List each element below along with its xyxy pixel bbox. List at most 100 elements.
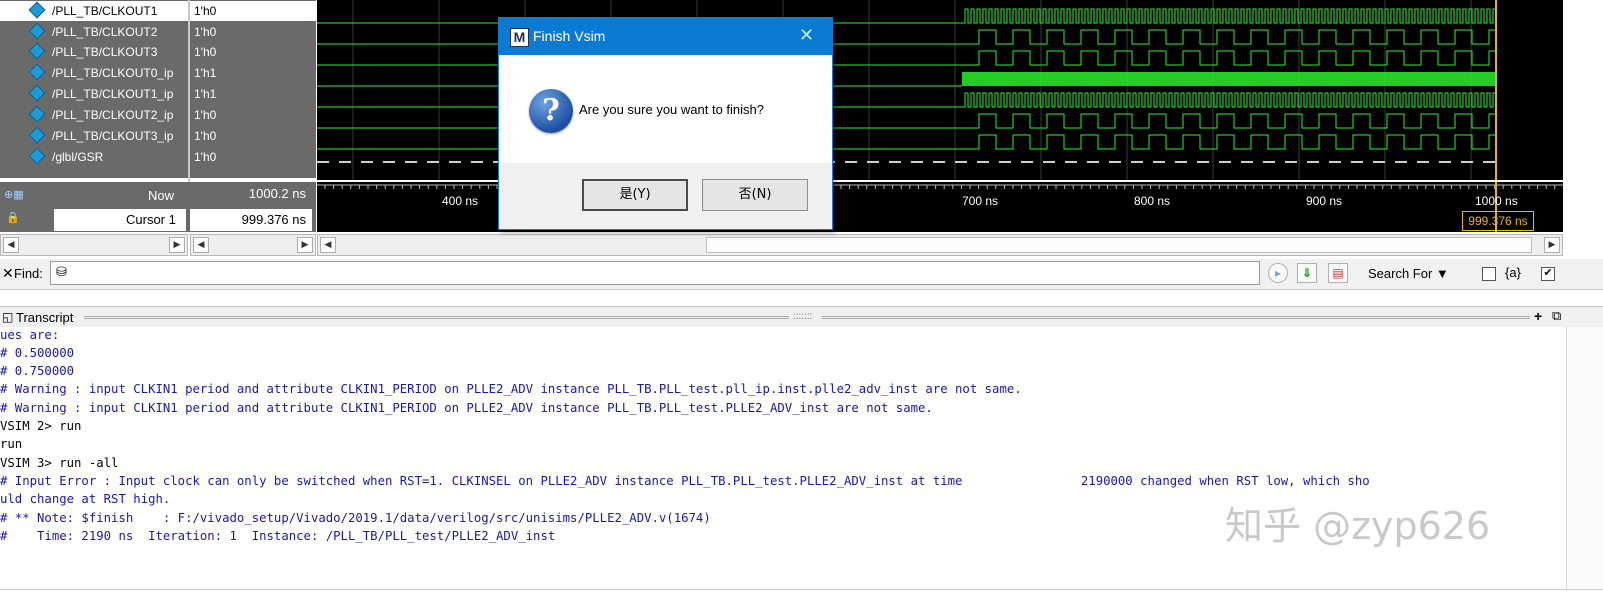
ruler-tick-label: 800 ns bbox=[1134, 194, 1171, 208]
find-next-icon[interactable]: ▸ bbox=[1268, 263, 1288, 283]
yes-button[interactable]: 是(Y) bbox=[582, 179, 688, 211]
transcript-line: # Time: 2190 ns Iteration: 1 Instance: /… bbox=[0, 529, 556, 543]
search-for-dropdown[interactable]: Search For ▼ bbox=[1368, 266, 1449, 281]
transcript-line: VSIM 2> run bbox=[0, 419, 82, 433]
ruler-tick-label: 700 ns bbox=[962, 194, 999, 208]
signal-diamond-icon bbox=[28, 63, 46, 81]
dialog-title: Finish Vsim bbox=[533, 28, 606, 44]
signal-row[interactable]: /PLL_TB/CLKOUT3 bbox=[0, 42, 188, 62]
scroll-left-icon[interactable]: ◀ bbox=[320, 237, 336, 253]
transcript-line: # 0.750000 bbox=[0, 364, 75, 378]
signal-row[interactable]: /PLL_TB/CLKOUT1 bbox=[0, 1, 188, 21]
transcript-title: Transcript bbox=[16, 310, 74, 325]
signal-value: 1'h0 bbox=[194, 45, 217, 59]
modelsim-logo-icon: M bbox=[510, 28, 529, 47]
scroll-right-icon[interactable]: ▶ bbox=[1544, 237, 1560, 253]
ruler-tick-label: 900 ns bbox=[1306, 194, 1343, 208]
signal-value: 1'h0 bbox=[194, 25, 217, 39]
signal-diamond-icon bbox=[28, 1, 46, 19]
signal-diamond-icon bbox=[28, 84, 46, 102]
watermark: 知乎 @zyp626 bbox=[1225, 504, 1491, 548]
grip-icon[interactable]: ::::::: bbox=[793, 311, 812, 322]
signal-value: 1'h1 bbox=[194, 87, 217, 101]
wave-scroll-thumb[interactable] bbox=[706, 237, 1532, 253]
scroll-left-icon[interactable]: ◀ bbox=[3, 237, 19, 253]
checked-checkbox[interactable]: ✔ bbox=[1541, 267, 1555, 281]
signal-row[interactable]: /PLL_TB/CLKOUT3_ip bbox=[0, 126, 188, 146]
signal-diamond-icon bbox=[28, 126, 46, 144]
names-scrollbar[interactable]: ◀ ▶ bbox=[0, 234, 188, 256]
close-find-icon[interactable]: ✕ bbox=[2, 265, 14, 282]
transcript-header: ◱ Transcript ::::::: + ⧉ bbox=[0, 306, 1603, 328]
scroll-right-icon[interactable]: ▶ bbox=[297, 237, 313, 253]
down-arrow-icon[interactable]: ⇓ bbox=[1297, 263, 1317, 283]
dialog-body: ? Are you sure you want to finish? bbox=[499, 55, 832, 163]
dialog-titlebar[interactable]: M Finish Vsim ✕ bbox=[499, 18, 832, 55]
signal-value-panel: 1'h0 1'h0 1'h0 1'h1 1'h1 1'h0 1'h0 1'h0 bbox=[190, 0, 320, 178]
drag-handle[interactable] bbox=[84, 316, 789, 319]
signal-row[interactable]: /PLL_TB/CLKOUT2 bbox=[0, 22, 188, 42]
now-cursor-panel: ⊕▦ Now 1000.2 ns 🔒 Cursor 1 999.376 ns bbox=[0, 182, 316, 232]
transcript-line: VSIM 3> run -all bbox=[0, 456, 119, 470]
signal-value: 1'h0 bbox=[194, 108, 217, 122]
document-icon[interactable]: ▤ bbox=[1328, 263, 1348, 283]
signal-name: /PLL_TB/CLKOUT1_ip bbox=[52, 87, 174, 101]
signal-name: /glbl/GSR bbox=[52, 150, 104, 164]
finish-vsim-dialog: M Finish Vsim ✕ ? Are you sure you want … bbox=[498, 17, 833, 230]
ruler-tick-label: 1000 ns bbox=[1475, 194, 1518, 208]
no-button[interactable]: 否(N) bbox=[702, 179, 808, 211]
signal-row[interactable]: /PLL_TB/CLKOUT2_ip bbox=[0, 105, 188, 125]
signal-row[interactable]: /PLL_TB/CLKOUT0_ip bbox=[0, 63, 188, 83]
lock-icon[interactable]: 🔒 bbox=[6, 211, 20, 224]
waveform-dense-band bbox=[962, 72, 1496, 86]
signal-value: 1'h0 bbox=[194, 129, 217, 143]
zoom-icon[interactable]: ⊕▦ bbox=[4, 188, 24, 201]
signal-diamond-icon bbox=[28, 22, 46, 40]
cursor-value: 999.376 ns bbox=[190, 209, 312, 231]
signal-value: 1'h0 bbox=[190, 1, 320, 21]
find-toolbar: ✕ Find: ⛁ ▸ ⇓ ▤ Search For ▼ {a} ✔ bbox=[0, 259, 1603, 290]
regex-label: {a} bbox=[1505, 265, 1521, 280]
transcript-line: run bbox=[0, 437, 23, 451]
case-checkbox[interactable] bbox=[1482, 267, 1496, 281]
signal-name: /PLL_TB/CLKOUT1 bbox=[52, 4, 158, 18]
maximize-icon[interactable]: + bbox=[1534, 308, 1542, 324]
scroll-left-icon[interactable]: ◀ bbox=[193, 237, 209, 253]
signal-name: /PLL_TB/CLKOUT3_ip bbox=[52, 129, 174, 143]
now-value: 1000.2 ns bbox=[190, 183, 312, 205]
transcript-line: # Warning : input CLKIN1 period and attr… bbox=[0, 382, 1022, 396]
drag-handle[interactable] bbox=[822, 316, 1530, 319]
signal-diamond-icon bbox=[28, 147, 46, 165]
transcript-vscrollbar[interactable] bbox=[1566, 327, 1603, 589]
signal-name-panel: /PLL_TB/CLKOUT1 /PLL_TB/CLKOUT2 /PLL_TB/… bbox=[0, 0, 188, 178]
search-for-label: Search For bbox=[1368, 266, 1433, 281]
signal-name: /PLL_TB/CLKOUT3 bbox=[52, 45, 158, 59]
waveform-line bbox=[317, 113, 1496, 129]
question-icon: ? bbox=[529, 89, 573, 133]
find-label: Find: bbox=[14, 266, 43, 281]
waveform-line bbox=[317, 50, 1496, 66]
signal-diamond-icon bbox=[28, 105, 46, 123]
values-scrollbar[interactable]: ◀ ▶ bbox=[190, 234, 316, 256]
transcript-line: uld change at RST high. bbox=[0, 492, 171, 506]
close-icon[interactable]: ✕ bbox=[799, 25, 814, 46]
waveform-line bbox=[317, 92, 1496, 108]
undock-icon[interactable]: ⧉ bbox=[1552, 308, 1561, 324]
signal-value: 1'h0 bbox=[194, 150, 217, 164]
cursor-time-tag[interactable]: 999.376 ns bbox=[1462, 211, 1534, 231]
transcript-line: # ** Note: $finish : F:/vivado_setup/Viv… bbox=[0, 511, 711, 525]
signal-name: /PLL_TB/CLKOUT2 bbox=[52, 25, 158, 39]
wave-scrollbar[interactable]: ◀ ▶ bbox=[317, 234, 1563, 256]
binoculars-icon[interactable]: ⛁ bbox=[56, 264, 67, 280]
transcript-line: # Input Error : Input clock can only be … bbox=[0, 474, 1370, 488]
signal-diamond-icon bbox=[28, 42, 46, 60]
scroll-right-icon[interactable]: ▶ bbox=[169, 237, 185, 253]
signal-row[interactable]: /glbl/GSR bbox=[0, 147, 188, 167]
waveform-line bbox=[317, 29, 1496, 45]
waveform-line bbox=[317, 134, 1496, 150]
signal-row[interactable]: /PLL_TB/CLKOUT1_ip bbox=[0, 84, 188, 104]
cursor-label: Cursor 1 bbox=[126, 212, 176, 227]
transcript-line: # Warning : input CLKIN1 period and attr… bbox=[0, 401, 933, 415]
status-strip bbox=[0, 589, 1603, 603]
find-input[interactable] bbox=[50, 261, 1260, 285]
